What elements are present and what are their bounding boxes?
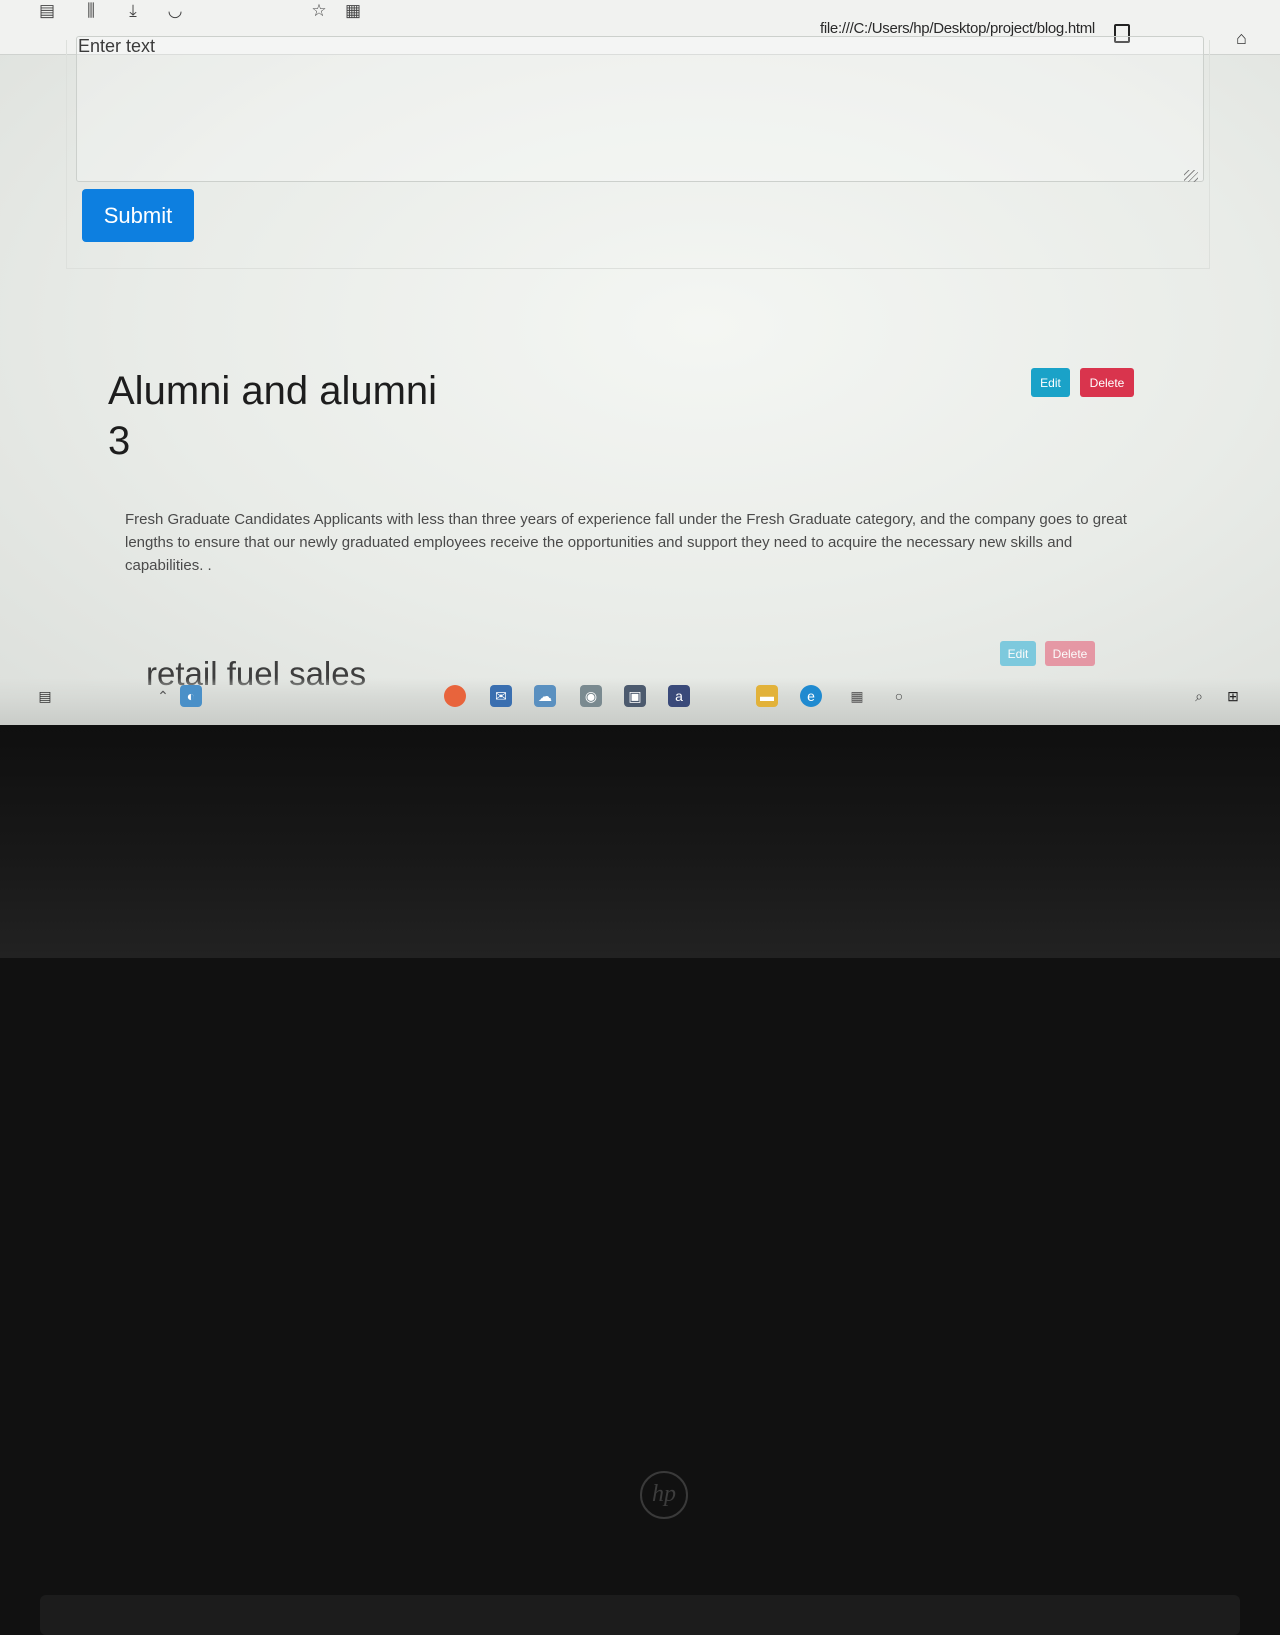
url-bar[interactable]: file:///C:/Users/hp/Desktop/project/blog… bbox=[820, 20, 1095, 37]
firefox-icon[interactable] bbox=[444, 685, 466, 707]
laptop-screen: ▤ ⫼ ⤓ ◡ ☆ ▦ file:///C:/Users/hp/Desktop/… bbox=[0, 0, 1280, 725]
laptop-hinge bbox=[40, 1595, 1240, 1635]
hp-logo: hp bbox=[640, 1471, 688, 1519]
reader-icon[interactable]: ▤ bbox=[36, 0, 58, 22]
pocket-icon[interactable]: ◡ bbox=[164, 0, 186, 22]
store-icon[interactable]: ▣ bbox=[624, 685, 646, 707]
download-icon[interactable]: ⤓ bbox=[122, 0, 144, 22]
widgets-icon[interactable]: ▦ bbox=[846, 685, 868, 707]
chevron-up-icon[interactable]: ⌃ bbox=[152, 685, 174, 707]
laptop-bezel: hp bbox=[0, 725, 1280, 1635]
file-explorer-icon[interactable]: ▬ bbox=[756, 685, 778, 707]
delete-button[interactable]: Delete bbox=[1045, 641, 1095, 666]
notification-icon[interactable]: ▤ bbox=[34, 685, 56, 707]
search-icon[interactable]: ⌕ bbox=[1188, 685, 1210, 707]
reader-mode-icon[interactable]: ▦ bbox=[342, 0, 364, 22]
delete-button[interactable]: Delete bbox=[1080, 368, 1134, 397]
edit-button[interactable]: Edit bbox=[1031, 368, 1070, 397]
amazon-icon[interactable]: a bbox=[668, 685, 690, 707]
post-subtitle: 3 bbox=[108, 419, 131, 463]
edge-icon[interactable]: e bbox=[800, 685, 822, 707]
library-icon[interactable]: ⫼ bbox=[80, 0, 102, 22]
post-title: Alumni and alumni 3 bbox=[108, 366, 508, 466]
submit-button[interactable]: Submit bbox=[82, 189, 194, 242]
network-icon[interactable]: ◐ bbox=[180, 685, 202, 707]
textarea-placeholder: Enter text bbox=[78, 36, 156, 56]
windows-start-icon[interactable]: ⊞ bbox=[1222, 685, 1244, 707]
bookmark-star-icon[interactable]: ☆ bbox=[308, 0, 330, 22]
edit-button[interactable]: Edit bbox=[1000, 641, 1036, 666]
post-text-input[interactable] bbox=[76, 36, 1204, 182]
home-icon[interactable]: ⌂ bbox=[1236, 28, 1247, 49]
camera-icon[interactable]: ◉ bbox=[580, 685, 602, 707]
mail-icon[interactable]: ✉ bbox=[490, 685, 512, 707]
weather-icon[interactable]: ☁ bbox=[534, 685, 556, 707]
resize-handle-icon[interactable] bbox=[1184, 170, 1198, 182]
post-body: Fresh Graduate Candidates Applicants wit… bbox=[125, 511, 1127, 574]
task-view-icon[interactable]: ○ bbox=[888, 685, 910, 707]
